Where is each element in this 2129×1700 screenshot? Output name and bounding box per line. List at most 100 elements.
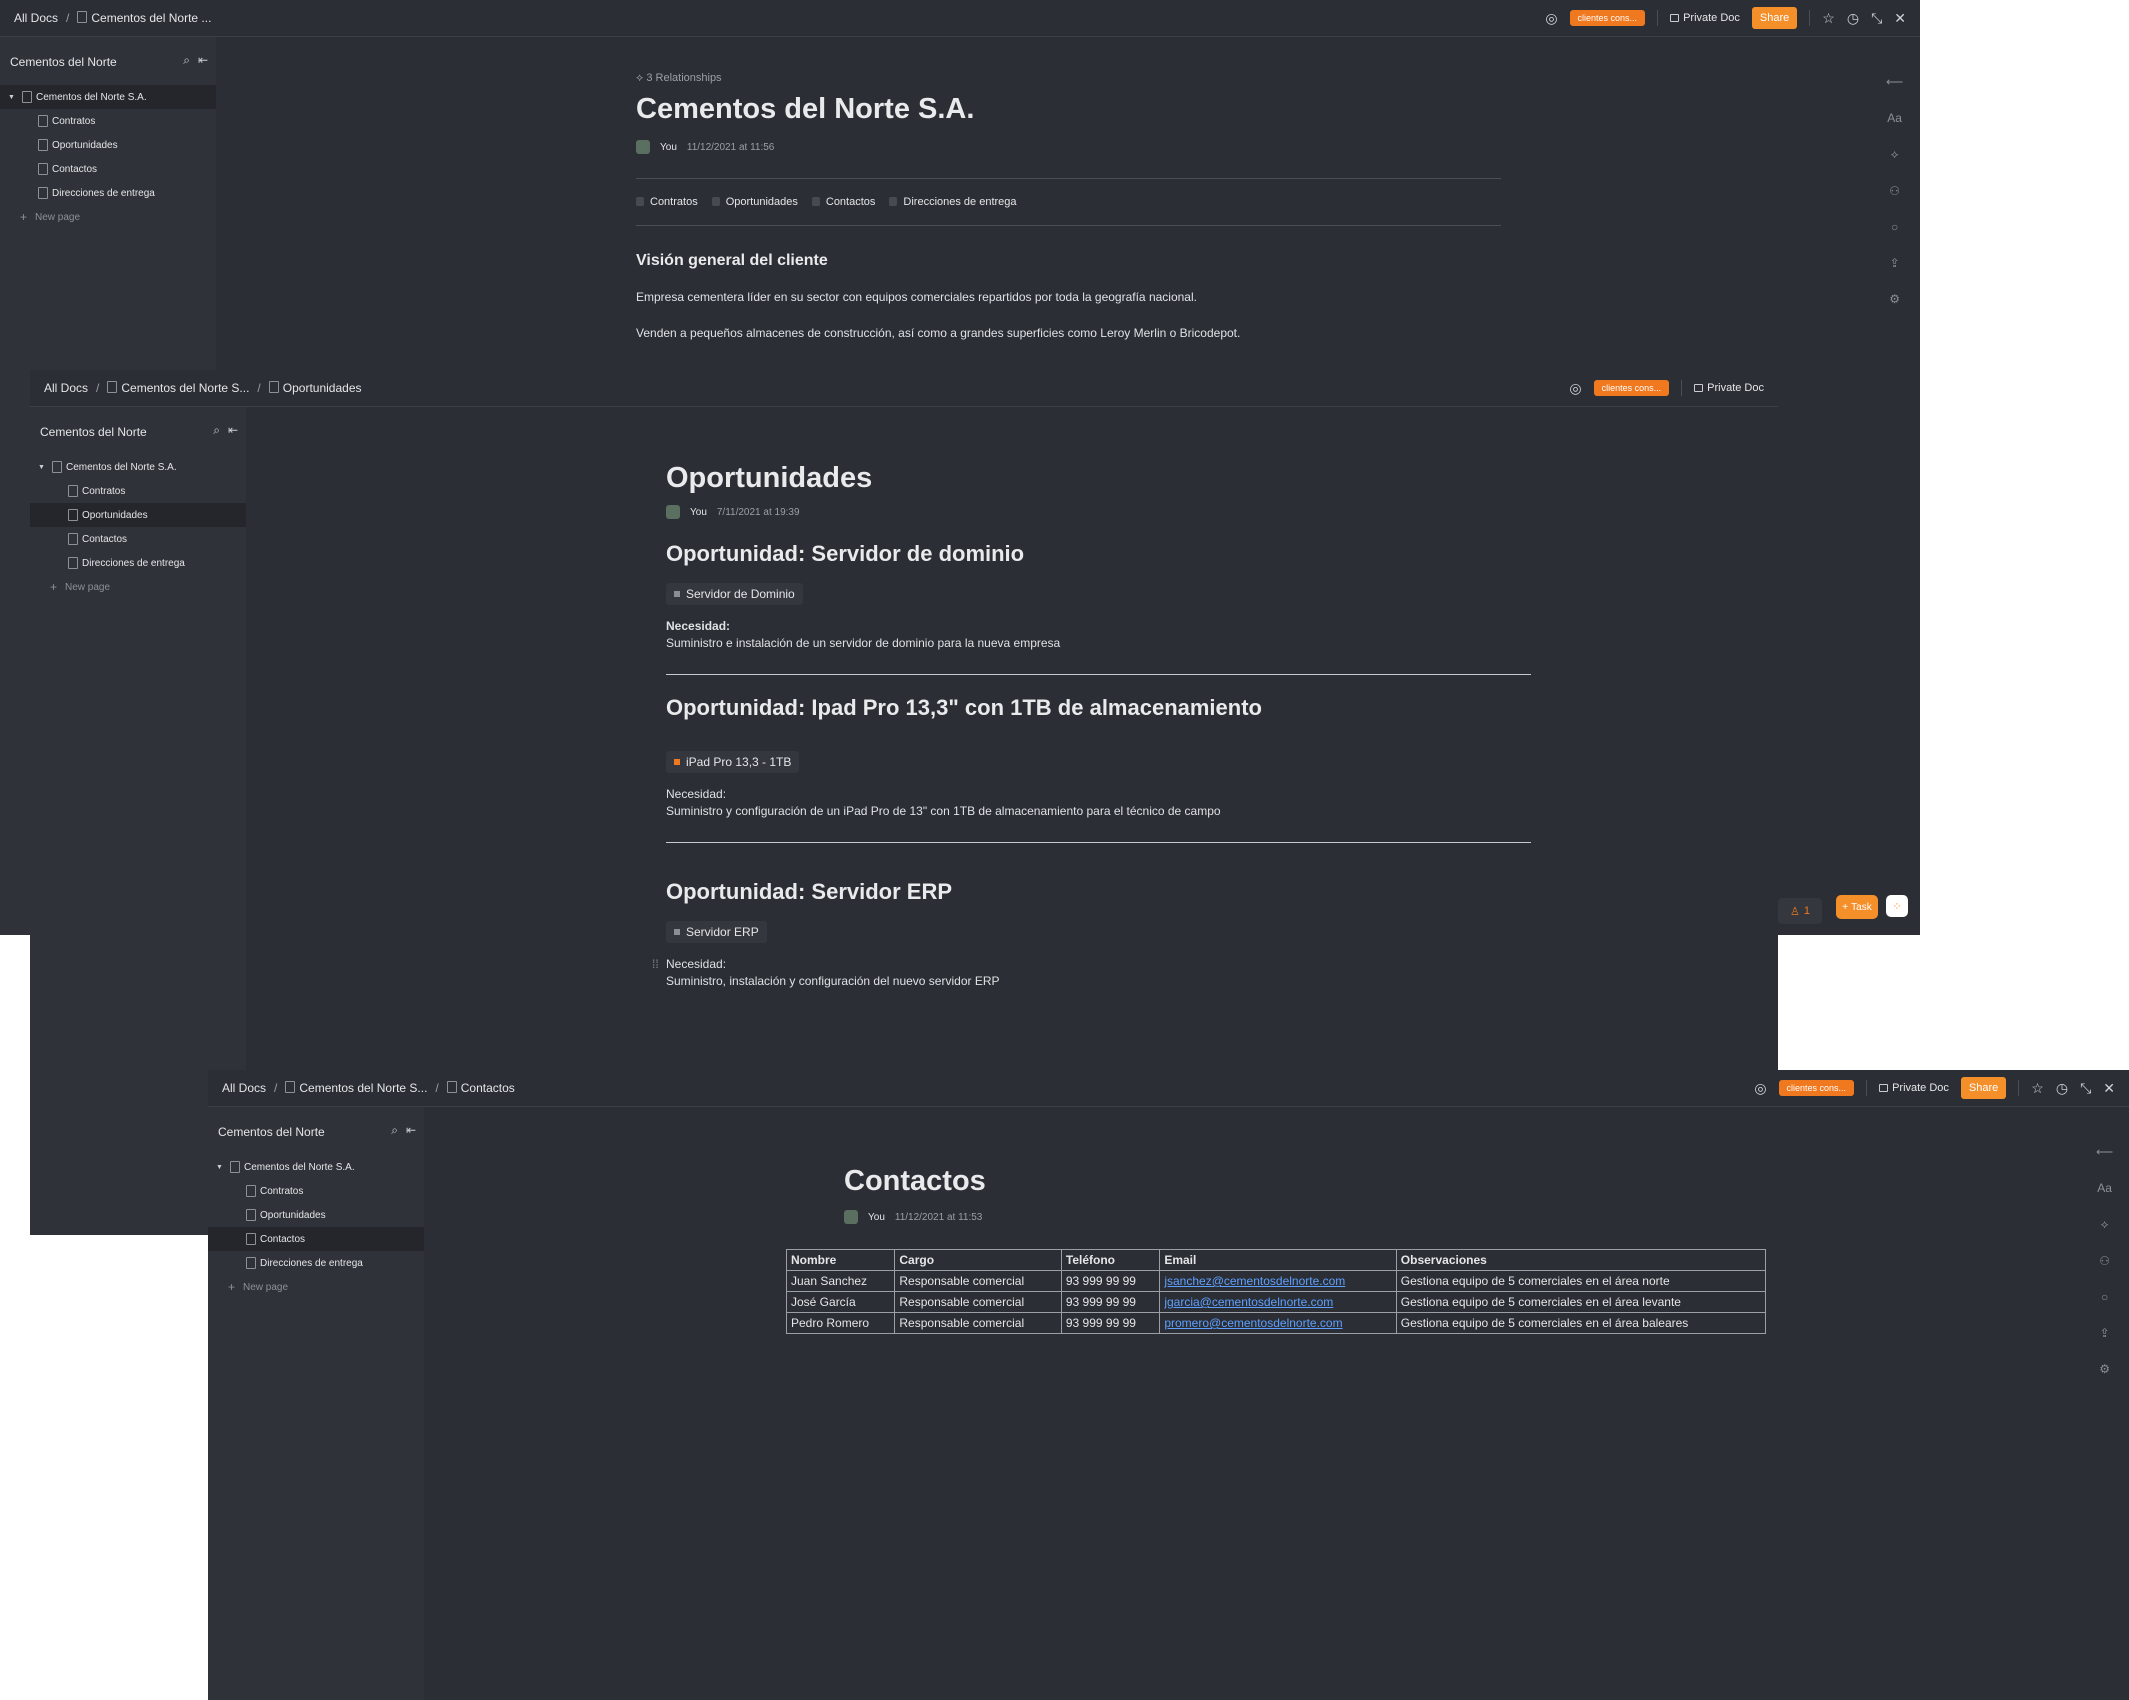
relationships-link[interactable]: ⟡ 3 Relationships [636,72,1501,85]
new-page-button[interactable]: + New page [208,1275,424,1299]
cell-cargo[interactable]: Responsable comercial [894,1291,1062,1313]
relation-contactos[interactable]: Contactos [811,196,875,208]
sidebar-item-contactos[interactable]: Contactos [208,1227,424,1251]
sidebar-item-root[interactable]: ▼ Cementos del Norte S.A. [0,85,216,109]
opportunity-tag[interactable]: Servidor de Dominio [666,583,803,605]
add-task-button[interactable]: + Task [1836,895,1878,919]
chevron-down-icon[interactable]: ▼ [38,464,48,471]
font-size-icon[interactable]: Aa [1887,111,1902,125]
status-chip[interactable]: clientes cons... [1593,380,1670,396]
comment-icon[interactable]: ○ [1891,220,1898,234]
new-page-button[interactable]: + New page [0,205,216,229]
search-icon[interactable]: ⌕ [213,423,220,438]
font-size-icon[interactable]: Aa [2097,1181,2112,1195]
need-text[interactable]: Suministro y configuración de un iPad Pr… [666,804,1531,818]
status-icon[interactable]: ◎ [1754,1080,1766,1097]
opportunity-tag[interactable]: iPad Pro 13,3 - 1TB [666,751,800,773]
search-icon[interactable]: ⌕ [391,1123,398,1138]
breadcrumb-doc[interactable]: Cementos del Norte S... [107,381,249,395]
column-header[interactable]: Observaciones [1395,1249,1767,1271]
search-icon[interactable]: ⌕ [183,53,190,68]
chevron-down-icon[interactable]: ▼ [8,94,18,101]
settings-icon[interactable]: ⚙ [2099,1362,2110,1376]
cell-telefono[interactable]: 93 999 99 99 [1060,1312,1161,1334]
sidebar-item-oportunidades[interactable]: Oportunidades [0,133,216,157]
email-link[interactable]: jgarcia@cementosdelnorte.com [1164,1295,1333,1309]
comment-icon[interactable]: ○ [2101,1290,2108,1304]
paragraph[interactable]: Empresa cementera líder en su sector con… [636,290,1501,304]
column-header[interactable]: Teléfono [1060,1249,1161,1271]
need-text[interactable]: Suministro, instalación y configuración … [666,974,1531,988]
page-title[interactable]: Cementos del Norte S.A. [636,93,1501,126]
breadcrumb-all-docs[interactable]: All Docs [14,11,58,25]
breadcrumb-all-docs[interactable]: All Docs [44,381,88,395]
cell-telefono[interactable]: 93 999 99 99 [1060,1270,1161,1292]
cell-cargo[interactable]: Responsable comercial [894,1312,1062,1334]
people-icon[interactable]: ⚇ [1889,184,1900,198]
export-icon[interactable]: ⇪ [2100,1326,2110,1340]
minimize-icon[interactable]: ⤡ [1871,10,1882,27]
section-heading[interactable]: Visión general del cliente [636,252,1501,270]
breadcrumb-all-docs[interactable]: All Docs [222,1081,266,1095]
sidebar-item-contactos[interactable]: Contactos [0,157,216,181]
cell-telefono[interactable]: 93 999 99 99 [1060,1291,1161,1313]
share-button[interactable]: Share [1960,1077,2007,1099]
email-link[interactable]: promero@cementosdelnorte.com [1164,1316,1342,1330]
opportunity-heading[interactable]: Oportunidad: Ipad Pro 13,3" con 1TB de a… [666,695,1531,721]
cell-nombre[interactable]: José García [785,1291,896,1313]
sidebar-item-contratos[interactable]: Contratos [208,1179,424,1203]
page-title[interactable]: Contactos [844,1165,1709,1198]
settings-icon[interactable]: ⚙ [1889,292,1900,306]
new-page-button[interactable]: + New page [30,575,246,599]
cell-nombre[interactable]: Pedro Romero [785,1312,896,1334]
collapse-sidebar-icon[interactable]: ⇤ [228,423,238,438]
email-link[interactable]: jsanchez@cementosdelnorte.com [1164,1274,1345,1288]
breadcrumb-doc[interactable]: Cementos del Norte ... [77,11,211,25]
sidebar-item-direcciones[interactable]: Direcciones de entrega [30,551,246,575]
cell-nombre[interactable]: Juan Sanchez [785,1270,896,1292]
collapse-sidebar-icon[interactable]: ⇤ [198,53,208,68]
export-icon[interactable]: ⇪ [1890,256,1900,270]
opportunity-heading[interactable]: Oportunidad: Servidor ERP [666,879,1531,905]
private-doc-button[interactable]: Private Doc [1879,1082,1949,1094]
close-icon[interactable]: ✕ [1894,10,1906,27]
close-icon[interactable]: ✕ [2103,1080,2115,1097]
drag-handle-icon[interactable]: ⁞⁞ [652,957,659,971]
star-icon[interactable]: ☆ [2031,1080,2044,1097]
cell-observaciones[interactable]: Gestiona equipo de 5 comerciales en el á… [1395,1291,1767,1313]
relation-oportunidades[interactable]: Oportunidades [711,196,798,208]
collapse-sidebar-icon[interactable]: ⇤ [406,1123,416,1138]
need-text[interactable]: Suministro e instalación de un servidor … [666,636,1531,650]
sidebar-item-root[interactable]: ▼ Cementos del Norte S.A. [30,455,246,479]
relationships-icon[interactable]: ⟡ [1891,147,1899,162]
private-doc-button[interactable]: Private Doc [1670,12,1740,24]
users-badge[interactable]: ♙ 1 [1778,898,1822,924]
sidebar-item-direcciones[interactable]: Direcciones de entrega [0,181,216,205]
chevron-down-icon[interactable]: ▼ [216,1164,226,1171]
relation-contratos[interactable]: Contratos [636,196,698,208]
opportunity-tag[interactable]: Servidor ERP [666,921,767,943]
sidebar-item-oportunidades[interactable]: Oportunidades [208,1203,424,1227]
sidebar-item-contactos[interactable]: Contactos [30,527,246,551]
sidebar-item-oportunidades[interactable]: Oportunidades [30,503,246,527]
page-title[interactable]: Oportunidades [666,462,1531,495]
sidebar-item-contratos[interactable]: Contratos [30,479,246,503]
status-chip[interactable]: clientes cons... [1569,10,1646,26]
share-button[interactable]: Share [1751,7,1798,29]
private-doc-button[interactable]: Private Doc [1694,382,1764,394]
collapse-right-icon[interactable]: ⟵ [2096,1145,2113,1159]
breadcrumb-doc[interactable]: Cementos del Norte S... [285,1081,427,1095]
apps-icon[interactable]: ⁘ [1886,895,1908,917]
status-chip[interactable]: clientes cons... [1778,1080,1855,1096]
column-header[interactable]: Cargo [894,1249,1062,1271]
breadcrumb-current[interactable]: Oportunidades [268,381,362,395]
sidebar-item-root[interactable]: ▼ Cementos del Norte S.A. [208,1155,424,1179]
minimize-icon[interactable]: ⤡ [2080,1080,2091,1097]
relationships-icon[interactable]: ⟡ [2101,1217,2109,1232]
column-header[interactable]: Nombre [785,1249,896,1271]
history-icon[interactable]: ◷ [1847,10,1859,27]
column-header[interactable]: Email [1159,1249,1397,1271]
relation-direcciones[interactable]: Direcciones de entrega [889,196,1017,208]
status-icon[interactable]: ◎ [1569,380,1581,397]
opportunity-heading[interactable]: Oportunidad: Servidor de dominio [666,541,1531,567]
